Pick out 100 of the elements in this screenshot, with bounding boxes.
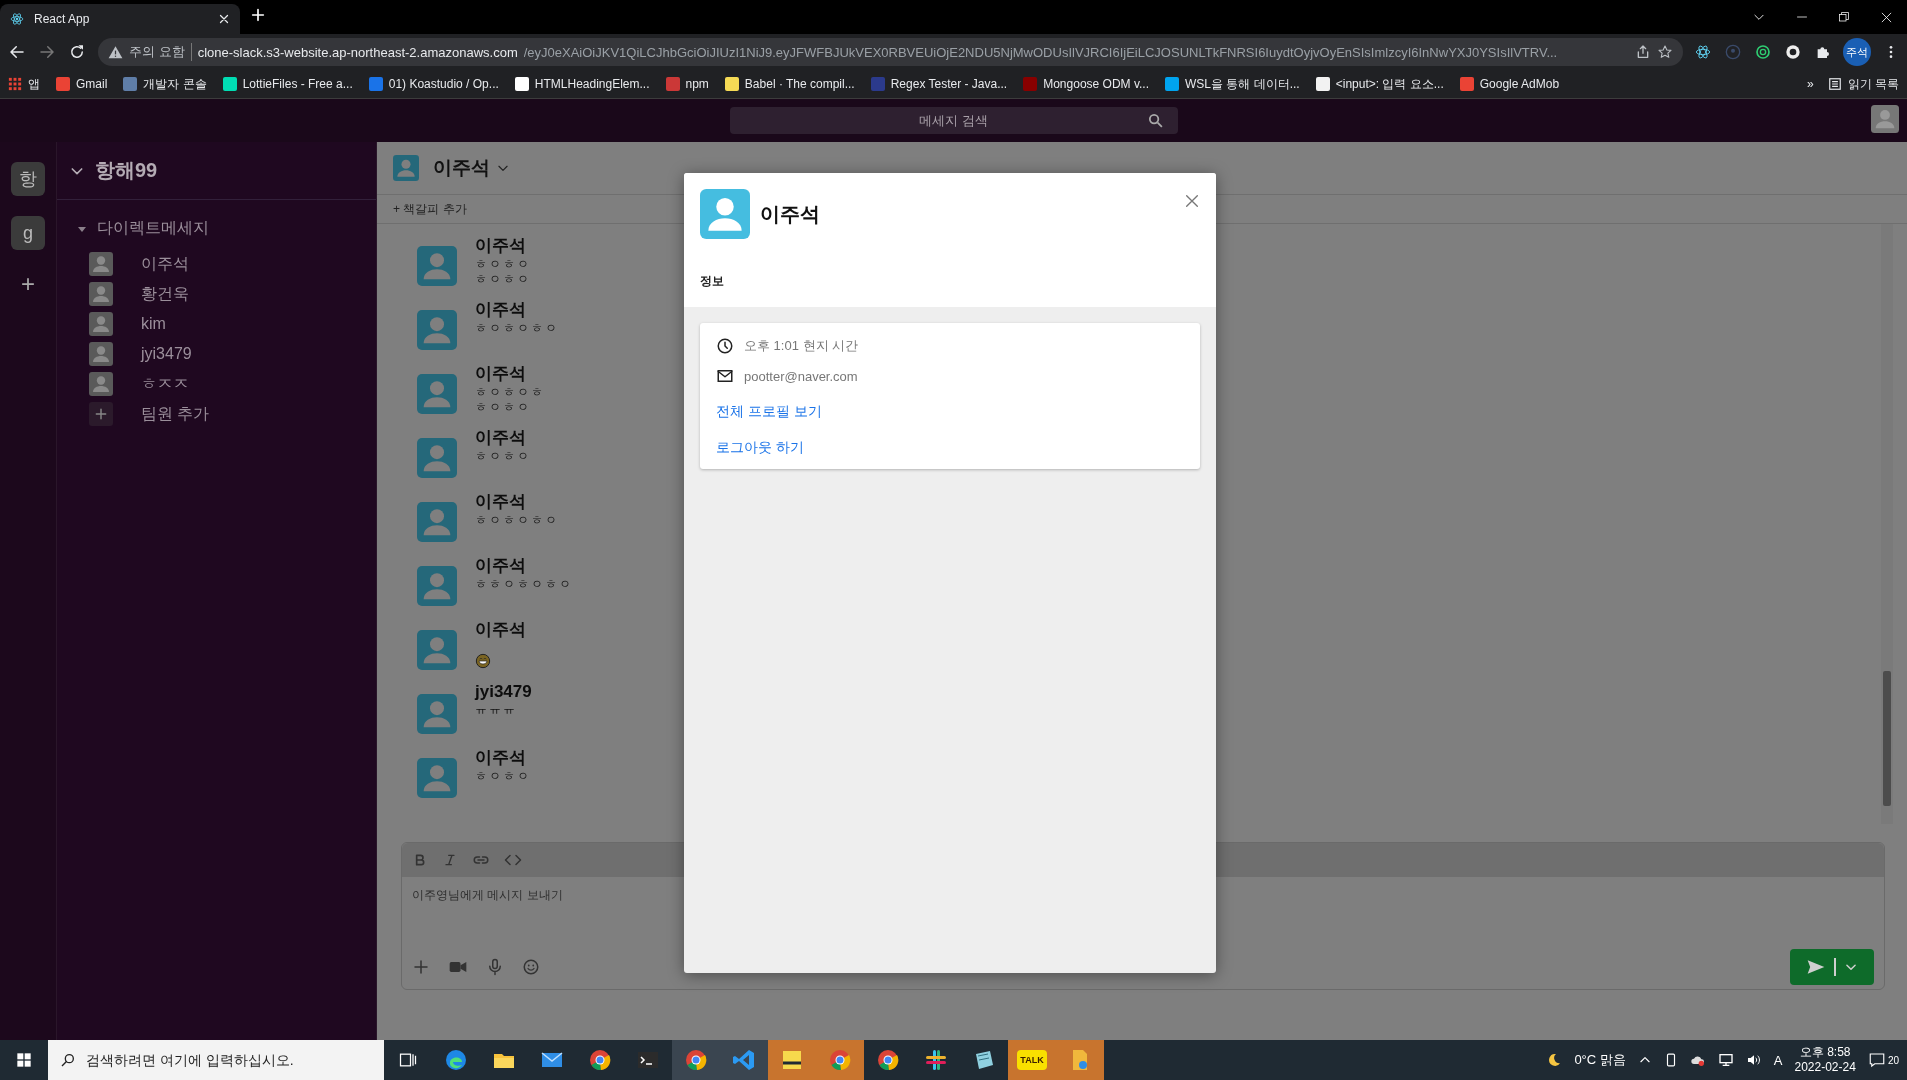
bookmark[interactable]: Mongoose ODM v... — [1023, 77, 1149, 91]
mail-icon — [716, 367, 734, 385]
bookmark[interactable]: HTMLHeadingElem... — [514, 77, 650, 91]
search-field[interactable]: 메세지 검색 — [729, 107, 1178, 134]
add-member[interactable]: 팀원 추가 — [141, 403, 210, 425]
member-name[interactable]: jyi3479 — [141, 345, 192, 363]
forward-icon[interactable] — [38, 43, 56, 61]
workspace-title[interactable]: 항해99 — [95, 157, 158, 184]
message-text: ㅎㅇㅎㅇ — [475, 272, 531, 287]
message-author: 이주석 — [475, 619, 526, 641]
bookmark[interactable]: LottieFiles - Free a... — [222, 77, 353, 91]
atom-icon — [10, 12, 24, 26]
search-icon — [60, 1052, 76, 1068]
bookmark[interactable]: WSL을 통해 데이터... — [1165, 75, 1300, 93]
channel-name[interactable]: 이주석 — [433, 155, 510, 181]
scrollbar[interactable] — [1881, 224, 1893, 824]
add-bookmark-link[interactable]: + 책갈피 추가 — [393, 202, 467, 216]
reading-list[interactable]: 읽기 목록 — [1827, 75, 1899, 93]
profile-name: 이주석 — [760, 201, 820, 227]
taskbar-search[interactable]: 검색하려면 여기에 입력하십시오. — [48, 1040, 384, 1080]
browser-icon[interactable] — [588, 1048, 612, 1072]
message-avatar — [417, 438, 457, 478]
code-editor-icon[interactable] — [732, 1048, 756, 1072]
new-tab-icon[interactable] — [250, 7, 266, 23]
apps-shortcut[interactable]: 앱 — [8, 75, 40, 93]
profile-link[interactable]: 로그아웃 하기 — [716, 439, 804, 457]
windows-icon[interactable] — [16, 1052, 32, 1068]
browser-tab[interactable]: React App — [0, 4, 240, 34]
close-icon[interactable] — [218, 13, 230, 25]
plus-icon[interactable] — [94, 407, 108, 421]
member-name[interactable]: kim — [141, 315, 166, 333]
member-avatar — [89, 312, 113, 336]
more-bookmarks[interactable]: » — [1806, 77, 1814, 91]
bookmark[interactable]: Gmail — [56, 77, 108, 91]
network-icon[interactable] — [1717, 1052, 1734, 1068]
clock-icon — [716, 337, 734, 355]
browser-icon[interactable] — [876, 1048, 900, 1072]
notification-center[interactable]: 20 — [1867, 1051, 1899, 1069]
member-avatar — [89, 372, 113, 396]
atom-icon[interactable] — [1695, 44, 1711, 60]
ring-icon[interactable] — [1755, 44, 1771, 60]
message-input[interactable]: 이주영님에게 메시지 보내기 — [410, 885, 1880, 913]
close-icon — [1184, 193, 1200, 209]
browser-icon[interactable] — [684, 1048, 708, 1072]
puzzle-icon[interactable] — [1815, 44, 1831, 60]
workspace-button[interactable]: 항 — [11, 162, 45, 196]
share-icon[interactable] — [1635, 44, 1651, 60]
channel-avatar — [393, 155, 419, 181]
taskbar-app[interactable] — [672, 1040, 720, 1080]
plus-icon — [412, 958, 430, 976]
member-name[interactable]: 이주석 — [141, 253, 189, 275]
bookmark[interactable]: 개발자 콘솔 — [123, 75, 207, 93]
message-text: ㅎㅇㅎㅇㅎ — [475, 385, 545, 400]
close-button[interactable] — [1184, 193, 1200, 209]
message-author: 이주석 — [475, 299, 527, 321]
message-text: ㅎㅇㅎㅇㅎㅇ — [475, 513, 559, 528]
section-title[interactable]: 다이렉트메세지 — [97, 218, 209, 239]
member-avatar — [89, 282, 113, 306]
reload-icon[interactable] — [68, 43, 86, 61]
bookmark[interactable]: Regex Tester - Java... — [870, 77, 1008, 91]
bookmark[interactable]: 01) Koastudio / Op... — [368, 77, 499, 91]
add-workspace[interactable]: + — [21, 270, 35, 298]
message-avatar — [417, 502, 457, 542]
send-button[interactable] — [1790, 949, 1874, 985]
message-text: ㅎㅇㅎㅇ — [475, 449, 531, 464]
message-avatar — [417, 374, 457, 414]
weather-text[interactable]: 0°C 맑음 — [1574, 1051, 1626, 1069]
emoji-button[interactable] — [522, 958, 540, 976]
italic-button[interactable] — [442, 852, 458, 868]
note-icon[interactable] — [780, 1048, 804, 1072]
message-text: ㅎㅇㅎㅇ — [475, 769, 531, 784]
microphone-icon — [486, 958, 504, 976]
member-name[interactable]: ㅎㅈㅈ — [141, 373, 189, 395]
message-text: ㅎㅇㅎㅇ — [475, 400, 532, 415]
message-text: ㅎㅇㅎㅇ — [475, 257, 531, 272]
bookmark[interactable]: <input>: 입력 요소... — [1315, 75, 1444, 93]
taskbar-app[interactable]: TALK — [1008, 1040, 1056, 1080]
member-name[interactable]: 황건욱 — [141, 283, 189, 305]
input-mode[interactable]: A — [1773, 1052, 1783, 1068]
workspace-button[interactable]: g — [11, 216, 45, 250]
profile-link[interactable]: 전체 프로필 보기 — [716, 403, 822, 421]
microphone-button[interactable] — [486, 958, 504, 976]
restore-icon[interactable] — [1838, 11, 1850, 23]
profile-avatar[interactable]: 주석 — [1843, 38, 1871, 66]
star-icon[interactable] — [1657, 44, 1673, 60]
message-avatar — [417, 246, 457, 286]
message-author: 이주석 — [475, 235, 527, 257]
close-icon[interactable] — [1880, 10, 1893, 24]
bookmark[interactable]: npm — [665, 77, 709, 91]
url-host: clone-slack.s3-website.ap-northeast-2.amazonaws.com — [197, 44, 518, 60]
local-time: 오후 1:01 현지 시간 — [744, 337, 859, 355]
bookmark[interactable]: Babel · The compil... — [724, 77, 855, 91]
bookmark[interactable]: Google AdMob — [1459, 77, 1560, 91]
hash-icon[interactable] — [924, 1048, 948, 1072]
back-icon[interactable] — [8, 43, 26, 61]
circle-icon[interactable] — [1785, 44, 1801, 60]
message-avatar — [417, 566, 457, 606]
browser-icon[interactable] — [444, 1048, 468, 1072]
clock[interactable]: 오후 8:58 2022-02-24 — [1794, 1045, 1856, 1075]
address-bar[interactable] — [98, 38, 1683, 66]
